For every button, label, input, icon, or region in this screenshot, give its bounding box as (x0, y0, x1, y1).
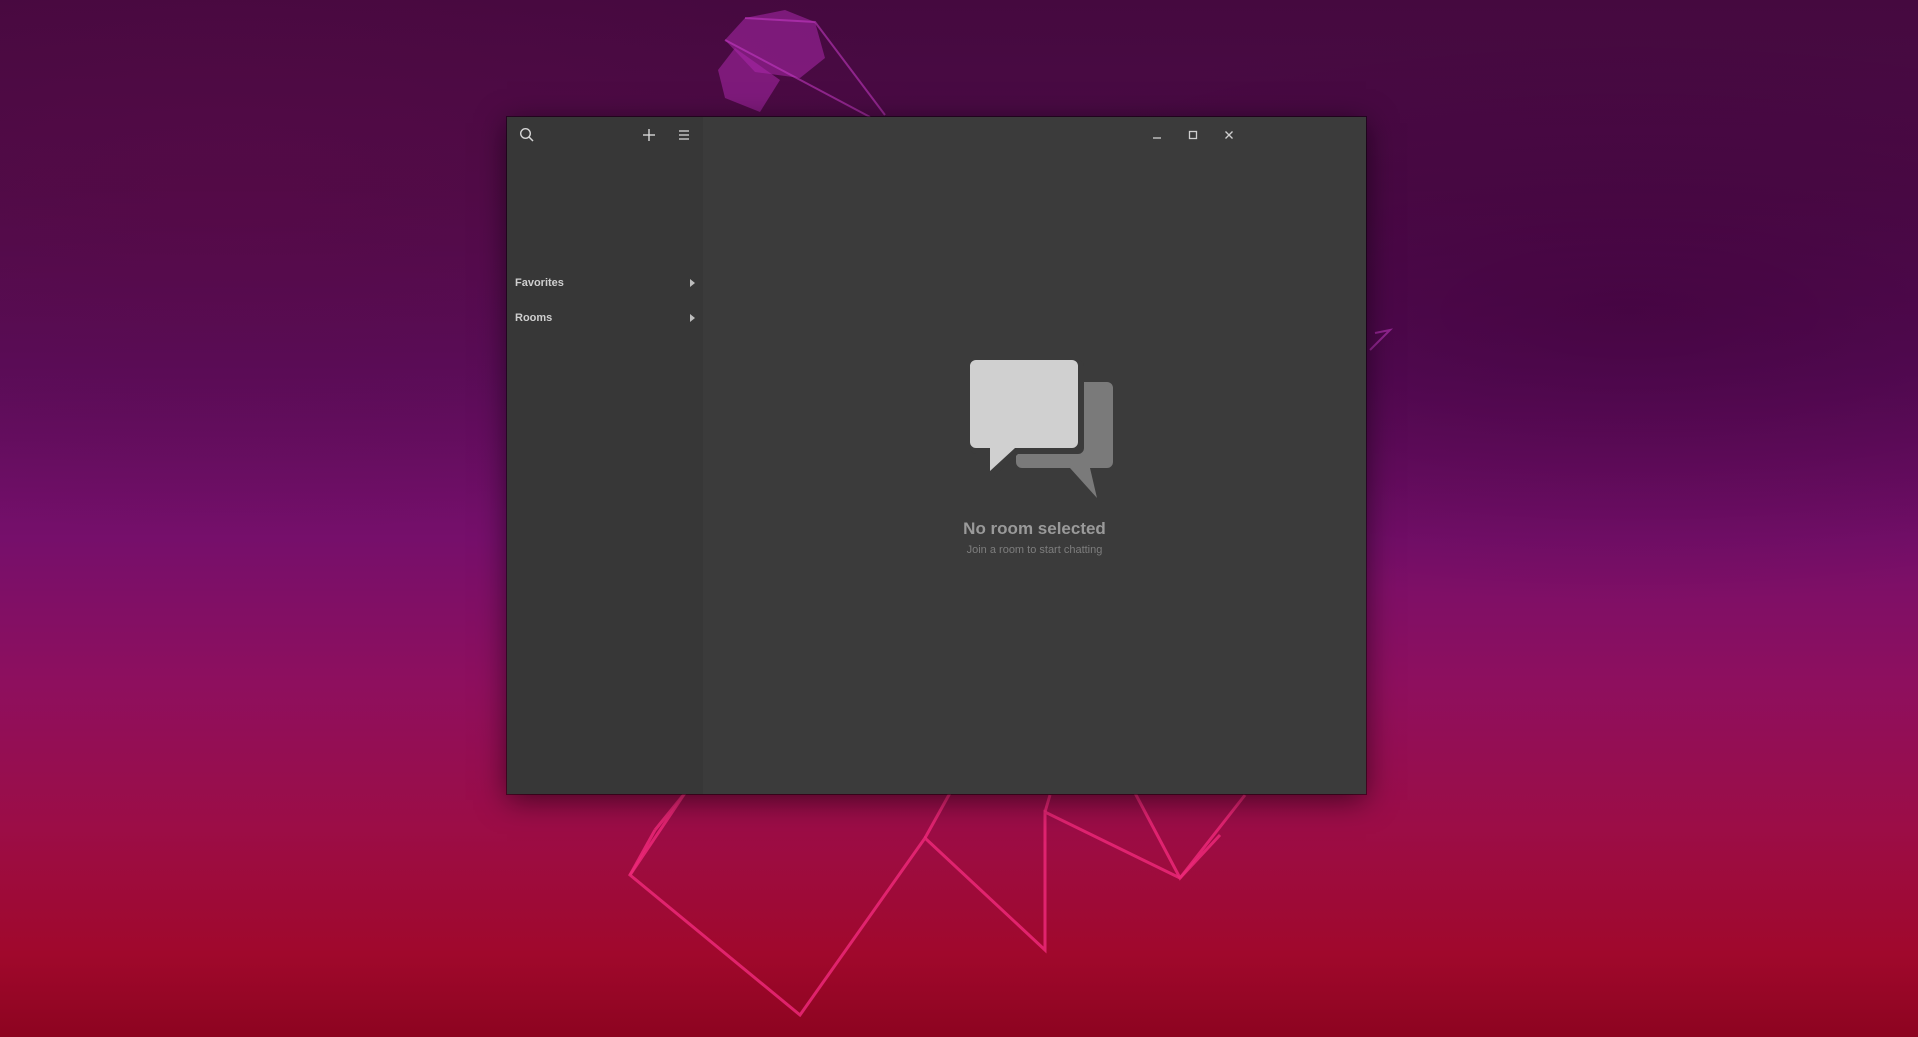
section-label-rooms: Rooms (515, 312, 553, 324)
sidebar (507, 117, 703, 794)
search-button[interactable] (515, 123, 539, 147)
app-window: Favorites Rooms No room selected Join a … (507, 117, 1366, 794)
desktop: Favorites Rooms No room selected Join a … (0, 0, 1918, 1037)
search-icon (519, 127, 534, 142)
section-label-favorites: Favorites (515, 277, 564, 289)
chevron-right-icon (690, 279, 695, 287)
sidebar-header (507, 117, 703, 153)
section-favorites[interactable]: Favorites (507, 269, 703, 299)
empty-state-subtitle: Join a room to start chatting (966, 544, 1103, 556)
chat-bubbles-icon (970, 360, 1113, 498)
chevron-right-icon (690, 314, 695, 322)
main-menu-button[interactable] (672, 123, 696, 147)
plus-icon (643, 129, 655, 141)
empty-state-title: No room selected (963, 519, 1106, 538)
add-room-button[interactable] (637, 123, 661, 147)
hamburger-menu-icon (679, 130, 689, 140)
section-rooms[interactable]: Rooms (507, 304, 703, 334)
